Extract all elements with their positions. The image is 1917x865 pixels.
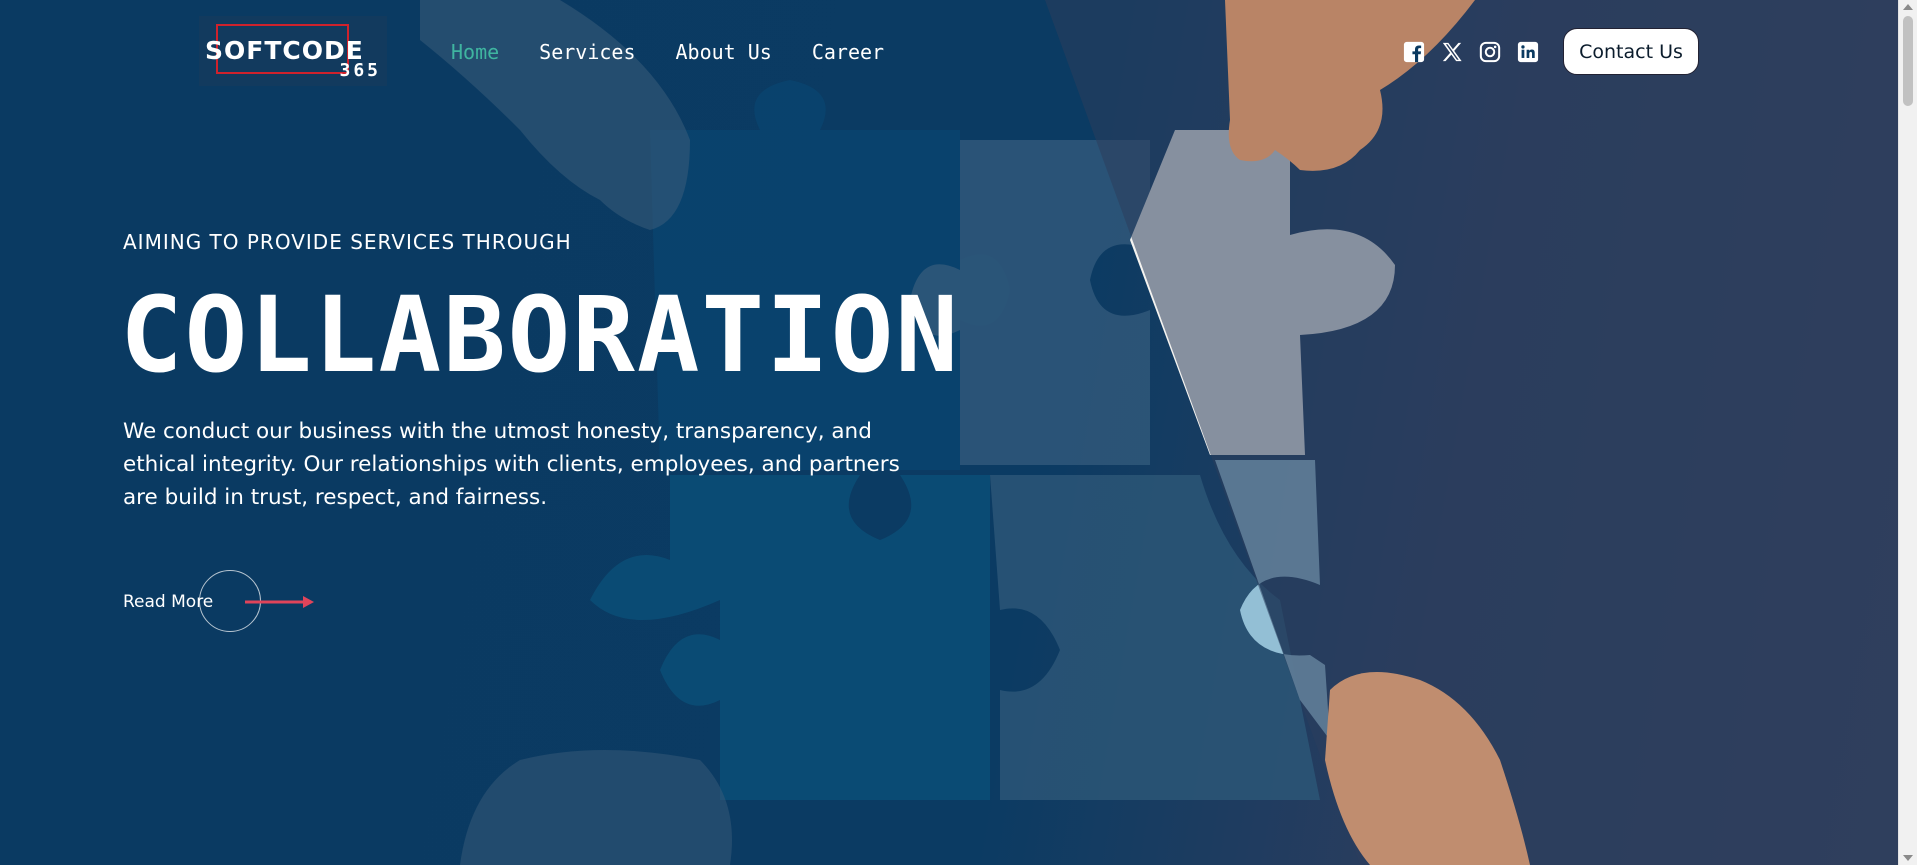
arrow-right-icon bbox=[245, 596, 314, 608]
nav-item-services[interactable]: Services bbox=[539, 40, 635, 64]
scroll-down-arrow-icon[interactable] bbox=[1903, 855, 1913, 861]
linkedin-icon[interactable] bbox=[1517, 41, 1539, 63]
read-more-link[interactable]: Read More bbox=[123, 570, 323, 634]
main-nav: Home Services About Us Career bbox=[451, 40, 884, 64]
nav-item-career[interactable]: Career bbox=[812, 40, 884, 64]
scroll-up-arrow-icon[interactable] bbox=[1903, 4, 1913, 10]
nav-item-about-us[interactable]: About Us bbox=[676, 40, 772, 64]
hero-section: SOFTCODE 365 Home Services About Us Care… bbox=[0, 0, 1898, 865]
scrollbar-thumb[interactable] bbox=[1903, 16, 1913, 106]
puzzle-piece-bottom-left bbox=[590, 475, 990, 800]
social-links bbox=[1403, 41, 1539, 63]
hero-headline: COLLABORATION bbox=[120, 274, 960, 396]
x-twitter-icon[interactable] bbox=[1441, 41, 1463, 63]
logo-subtext: 365 bbox=[339, 60, 381, 81]
softcode-logo[interactable]: SOFTCODE 365 bbox=[199, 16, 387, 86]
hand-bottom-left bbox=[460, 750, 732, 865]
contact-us-button[interactable]: Contact Us bbox=[1563, 28, 1699, 75]
facebook-icon[interactable] bbox=[1403, 41, 1425, 63]
instagram-icon[interactable] bbox=[1479, 41, 1501, 63]
hero-description: We conduct our business with the utmost … bbox=[123, 419, 900, 510]
hand-top-left bbox=[420, 0, 690, 230]
hero-eyebrow: AIMING TO PROVIDE SERVICES THROUGH bbox=[123, 230, 572, 254]
page-scrollbar[interactable] bbox=[1898, 0, 1917, 865]
nav-item-home[interactable]: Home bbox=[451, 40, 499, 64]
